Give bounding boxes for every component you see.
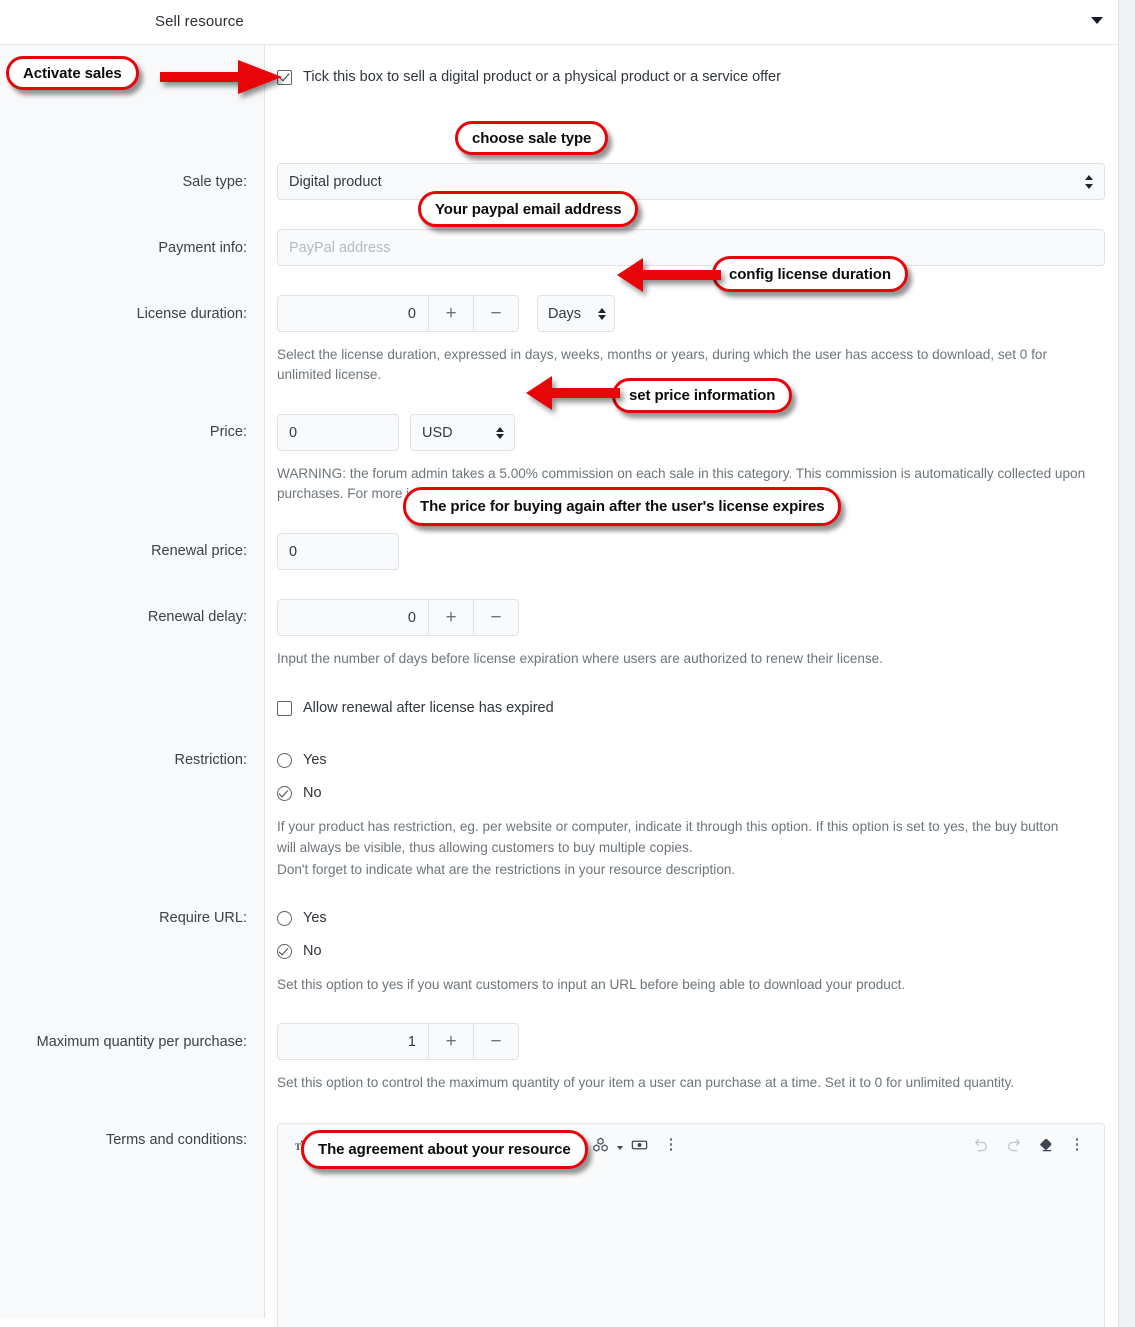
restriction-no-label: No	[303, 785, 322, 801]
terms-editor-content[interactable]	[278, 1165, 1104, 1327]
renewal-delay-increment-button[interactable]: +	[429, 599, 474, 636]
renewal-delay-wrap: 0 + −	[277, 599, 1105, 636]
allow-renewal-label: Allow renewal after license has expired	[303, 700, 554, 716]
require-url-no-row[interactable]: No	[277, 943, 1105, 959]
paypal-address-input[interactable]: PayPal address	[277, 229, 1105, 266]
max-quantity-input[interactable]: 1	[277, 1023, 429, 1060]
license-duration-increment-button[interactable]: +	[429, 295, 474, 332]
more-vertical-icon[interactable]	[655, 1129, 687, 1161]
allow-renewal-checkbox[interactable]	[277, 700, 292, 716]
require-url-yes-label: Yes	[303, 910, 327, 926]
license-duration-unit-value: Days	[548, 305, 582, 322]
license-duration-help: Select the license duration, expressed i…	[277, 347, 1047, 382]
svg-text:T: T	[301, 1138, 311, 1154]
editor-toolbar-right	[965, 1129, 1093, 1161]
require-url-yes-radio[interactable]	[277, 910, 292, 926]
form-body: Sale type: Payment info: License duratio…	[0, 0, 1135, 1327]
license-duration-stepper: 0 + −	[277, 295, 519, 332]
max-quantity-decrement-button[interactable]: −	[474, 1023, 519, 1060]
undo-icon[interactable]	[965, 1129, 997, 1161]
sale-type-value: Digital product	[289, 173, 382, 190]
label-price: Price:	[209, 424, 247, 440]
emoji-icon[interactable]	[488, 1129, 520, 1161]
label-renewal-price: Renewal price:	[151, 543, 247, 559]
select-spinner-icon	[496, 426, 505, 440]
restriction-help-line3: Don't forget to indicate what are the re…	[277, 862, 736, 877]
label-column: Sale type: Payment info: License duratio…	[0, 45, 265, 1318]
money-icon[interactable]	[623, 1129, 655, 1161]
renewal-delay-help: Input the number of days before license …	[277, 651, 884, 666]
sale-type-select-wrap: Digital product	[277, 163, 1105, 200]
max-quantity-stepper: 1 + −	[277, 1023, 1105, 1060]
scrollbar-track[interactable]	[1118, 0, 1135, 1327]
eraser-icon[interactable]	[1029, 1129, 1061, 1161]
payment-info-wrap: PayPal address	[277, 229, 1105, 266]
select-spinner-icon	[598, 307, 607, 321]
require-url-help: Set this option to yes if you want custo…	[277, 977, 906, 992]
renewal-price-wrap: 0	[277, 533, 1105, 570]
price-row: 0 USD	[277, 414, 1105, 451]
license-duration-decrement-button[interactable]: −	[474, 295, 519, 332]
allow-renewal-row[interactable]: Allow renewal after license has expired	[277, 700, 1105, 716]
select-spinner-icon	[1085, 174, 1094, 190]
activate-sales-label: Tick this box to sell a digital product …	[303, 69, 781, 85]
require-url-no-label: No	[303, 943, 322, 959]
restriction-yes-label: Yes	[303, 752, 327, 768]
max-quantity-wrap: 1 + −	[277, 1023, 1105, 1060]
page-title: Sell resource	[155, 13, 244, 30]
renewal-price-input[interactable]: 0	[277, 533, 399, 570]
restriction-yes-row[interactable]: Yes	[277, 752, 1105, 768]
terms-editor: T T B	[277, 1123, 1105, 1327]
license-duration-input[interactable]: 0	[277, 295, 429, 332]
activate-sales-checkbox[interactable]	[277, 69, 292, 85]
chevron-down-icon[interactable]	[1091, 17, 1103, 24]
restriction-help-line1: If your product has restriction, eg. per…	[277, 819, 1059, 834]
redo-icon[interactable]	[997, 1129, 1029, 1161]
image-icon[interactable]	[424, 1129, 456, 1161]
license-duration-row: 0 + − Days	[277, 295, 1105, 332]
restriction-no-row[interactable]: No	[277, 785, 1105, 801]
restriction-no-radio[interactable]	[277, 785, 292, 801]
license-duration-unit-select[interactable]: Days	[537, 295, 615, 332]
panel-header: Sell resource	[0, 0, 1135, 45]
renewal-delay-decrement-button[interactable]: −	[474, 599, 519, 636]
label-renewal-delay: Renewal delay:	[147, 609, 247, 625]
require-url-no-radio[interactable]	[277, 943, 292, 959]
restriction-help-line2: will always be visible, thus allowing cu…	[277, 840, 693, 855]
font-size-icon[interactable]: T T	[289, 1129, 321, 1161]
restriction-yes-radio[interactable]	[277, 752, 292, 768]
require-url-yes-row[interactable]: Yes	[277, 910, 1105, 926]
max-quantity-help: Set this option to control the maximum q…	[277, 1075, 1015, 1090]
link-icon[interactable]	[392, 1129, 424, 1161]
fields-column: Tick this box to sell a digital product …	[266, 45, 1117, 1327]
code-icon[interactable]	[552, 1129, 584, 1161]
more-vertical-icon[interactable]	[1061, 1129, 1093, 1161]
renewal-delay-input[interactable]: 0	[277, 599, 429, 636]
label-restriction: Restriction:	[174, 752, 247, 768]
max-quantity-increment-button[interactable]: +	[429, 1023, 474, 1060]
label-max-quantity: Maximum quantity per purchase:	[36, 1034, 247, 1050]
sale-type-select[interactable]: Digital product	[277, 163, 1105, 200]
price-input[interactable]: 0	[277, 414, 399, 451]
editor-toolbar-left: T T B	[289, 1129, 687, 1161]
color-palette-icon[interactable]	[328, 1129, 360, 1161]
label-require-url: Require URL:	[159, 910, 247, 926]
renewal-delay-stepper: 0 + −	[277, 599, 1105, 636]
editor-toolbar: T T B	[278, 1124, 1104, 1165]
quote-icon[interactable]	[520, 1129, 552, 1161]
price-currency-select[interactable]: USD	[410, 414, 515, 451]
bold-icon[interactable]: B	[360, 1129, 392, 1161]
activate-sales-row[interactable]: Tick this box to sell a digital product …	[277, 69, 1105, 85]
label-terms: Terms and conditions:	[105, 1132, 247, 1148]
gallery-icon[interactable]	[456, 1129, 488, 1161]
label-payment-info: Payment info:	[158, 240, 247, 256]
sell-resource-page: Sell resource Sale type: Payment info: L…	[0, 0, 1135, 1327]
svg-text:B: B	[372, 1138, 381, 1152]
blocks-icon[interactable]	[584, 1129, 616, 1161]
label-sale-type: Sale type:	[182, 174, 248, 190]
price-currency-value: USD	[422, 424, 453, 441]
label-license-duration: License duration:	[136, 306, 247, 322]
price-commission-warning: WARNING: the forum admin takes a 5.00% c…	[277, 466, 1086, 501]
